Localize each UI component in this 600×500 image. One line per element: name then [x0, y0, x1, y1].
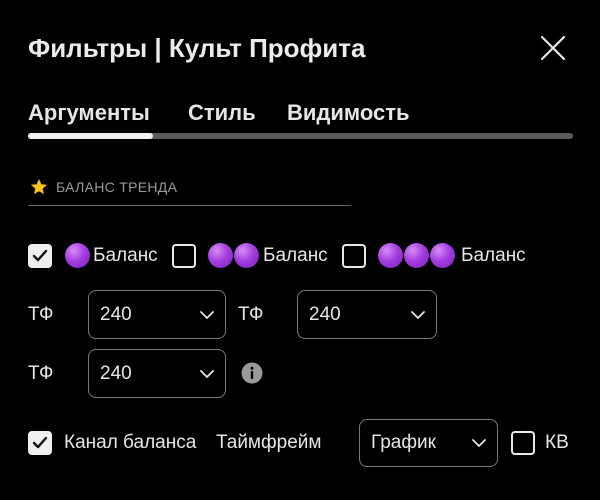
kv-checkbox[interactable]: [511, 431, 535, 455]
tab-active-indicator: [28, 133, 153, 139]
channel-balance-label: Канал баланса: [64, 432, 197, 453]
balance-1-dots: [65, 243, 90, 268]
timeframe-value: График: [371, 432, 436, 453]
timeframe-select[interactable]: График: [359, 419, 498, 467]
balance-3-label: Баланс: [461, 245, 526, 266]
section-header: БАЛАНС ТРЕНДА: [30, 176, 177, 198]
check-icon: [32, 249, 48, 262]
kv-label: КВ: [545, 432, 569, 453]
balance-1-checkbox[interactable]: [28, 244, 52, 268]
tf-3-label: ТФ: [28, 363, 54, 384]
purple-circle-icon: [208, 243, 233, 268]
balance-3-dots: [378, 243, 455, 268]
tab-arguments[interactable]: Аргументы: [28, 100, 150, 126]
info-icon[interactable]: [241, 362, 263, 384]
purple-circle-icon: [404, 243, 429, 268]
tf-1-value: 240: [100, 303, 132, 325]
balance-2-label: Баланс: [263, 245, 328, 266]
close-icon: [540, 35, 566, 61]
tf-1-select[interactable]: 240: [88, 290, 226, 339]
tf-3-value: 240: [100, 362, 132, 384]
balance-1-label: Баланс: [93, 245, 158, 266]
chevron-down-icon: [472, 439, 486, 447]
balance-3-checkbox[interactable]: [342, 244, 366, 268]
chevron-down-icon: [200, 310, 214, 319]
balance-2-dots: [208, 243, 259, 268]
tf-2-label: ТФ: [238, 304, 264, 325]
chevron-down-icon: [200, 369, 214, 378]
section-title: БАЛАНС ТРЕНДА: [56, 179, 178, 195]
tf-1-label: ТФ: [28, 304, 54, 325]
purple-circle-icon: [378, 243, 403, 268]
tf-3-select[interactable]: 240: [88, 349, 226, 398]
timeframe-label: Таймфрейм: [216, 432, 322, 453]
purple-circle-icon: [430, 243, 455, 268]
tab-visibility[interactable]: Видимость: [287, 100, 410, 126]
tab-style[interactable]: Стиль: [188, 100, 256, 126]
dialog-title: Фильтры | Культ Профита: [28, 33, 366, 63]
section-divider: [28, 205, 351, 206]
purple-circle-icon: [234, 243, 259, 268]
tf-2-select[interactable]: 240: [297, 290, 437, 339]
star-icon: [30, 178, 48, 195]
check-icon: [32, 436, 48, 449]
info-circle-icon: [241, 362, 263, 384]
balance-2-checkbox[interactable]: [172, 244, 196, 268]
close-button[interactable]: [538, 33, 568, 63]
tf-2-value: 240: [309, 303, 341, 325]
chevron-down-icon: [411, 310, 425, 319]
channel-balance-checkbox[interactable]: [28, 431, 52, 455]
purple-circle-icon: [65, 243, 90, 268]
